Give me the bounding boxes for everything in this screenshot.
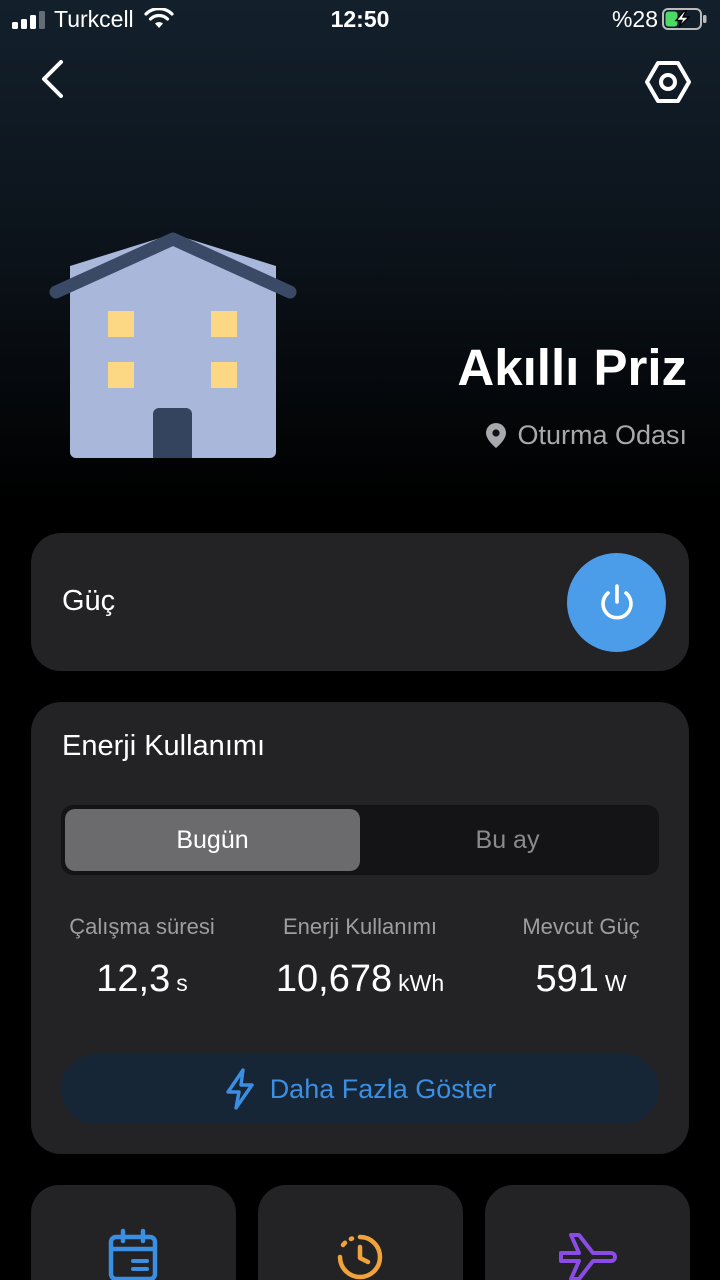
house-icon	[49, 232, 297, 458]
timer-tile[interactable]	[258, 1185, 463, 1280]
stat-number: 12,3	[96, 958, 171, 1000]
energy-title: Enerji Kullanımı	[62, 730, 266, 762]
away-mode-tile[interactable]	[485, 1185, 690, 1280]
tab-today[interactable]: Bugün	[65, 809, 360, 871]
stat-unit: s	[176, 970, 188, 996]
stat-value: 12,3 s	[62, 958, 222, 1001]
device-detail-screen: Turkcell 12:50 %28 Akıllı Priz Oturma Od…	[0, 0, 720, 1280]
show-more-button[interactable]: Daha Fazla Göster	[61, 1054, 659, 1124]
stat-runtime: Çalışma süresi 12,3 s	[62, 914, 222, 1001]
power-label: Güç	[62, 585, 116, 617]
stat-label: Enerji Kullanımı	[282, 914, 438, 939]
stat-unit: kWh	[398, 970, 445, 996]
device-title: Akıllı Priz	[457, 339, 687, 396]
period-segmented-control: Bugün Bu ay	[61, 805, 659, 875]
stat-energy-usage: Enerji Kullanımı 10,678 kWh	[260, 914, 460, 1001]
show-more-label: Daha Fazla Göster	[269, 1073, 497, 1104]
stat-number: 591	[535, 958, 599, 1000]
power-toggle-button[interactable]	[567, 553, 666, 652]
lightning-icon	[225, 1068, 254, 1110]
stat-value: 591 W	[503, 958, 659, 1001]
stat-current-power: Mevcut Güç 591 W	[503, 914, 659, 1001]
stat-label: Mevcut Güç	[522, 914, 640, 939]
stat-unit: W	[604, 970, 627, 996]
energy-usage-card: Enerji Kullanımı Bugün Bu ay Çalışma sür…	[31, 702, 689, 1154]
timer-icon	[337, 1234, 383, 1280]
back-button[interactable]	[34, 56, 74, 102]
battery-percent: %28	[611, 6, 658, 32]
stat-label: Çalışma süresi	[69, 914, 215, 939]
power-icon	[600, 583, 633, 620]
airplane-icon	[559, 1233, 617, 1280]
location-label: Oturma Odası	[517, 420, 687, 450]
settings-hexagon-icon[interactable]	[644, 58, 692, 106]
stat-value: 10,678 kWh	[260, 958, 460, 1001]
location-pin-icon	[486, 423, 507, 448]
power-card: Güç	[31, 533, 689, 671]
stat-number: 10,678	[275, 958, 393, 1000]
battery-charging-icon	[662, 8, 707, 30]
status-bar: Turkcell 12:50 %28	[0, 0, 720, 40]
calendar-icon	[108, 1228, 158, 1280]
device-location[interactable]: Oturma Odası	[485, 420, 687, 451]
schedule-tile[interactable]	[31, 1185, 236, 1280]
tab-this-month[interactable]: Bu ay	[360, 809, 655, 871]
